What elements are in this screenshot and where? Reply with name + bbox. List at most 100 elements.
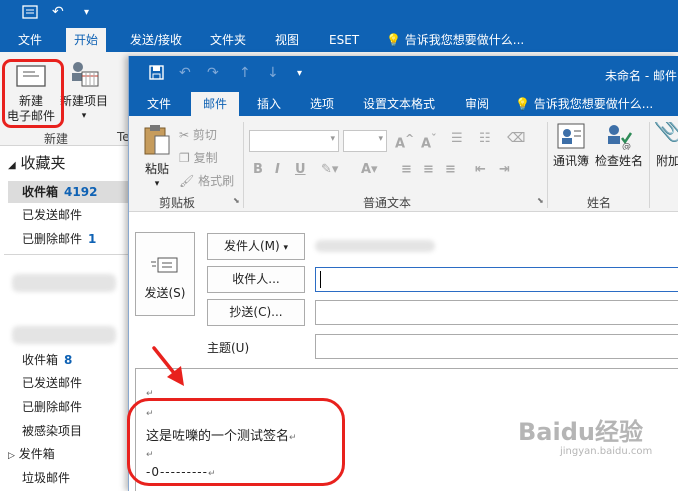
dialog-launcher-icon[interactable]: ⬊ bbox=[537, 196, 544, 205]
paste-button[interactable]: 粘贴 ▾ bbox=[137, 124, 177, 192]
main-ribbon-tabs: 文件 开始 发送/接收 文件夹 视图 ESET 💡 告诉我您想要做什么... bbox=[0, 28, 678, 52]
address-book-icon bbox=[556, 122, 586, 154]
down-arrow-icon[interactable]: ↓ bbox=[267, 65, 279, 81]
blurred-account-name bbox=[12, 326, 116, 344]
cc-button[interactable]: 抄送(C)... bbox=[207, 299, 305, 326]
blurred-sender-address bbox=[315, 240, 435, 252]
align-right-icon[interactable]: ≡ bbox=[445, 162, 456, 177]
grow-font-icon[interactable]: A^ bbox=[395, 132, 414, 151]
folder-inbox-favorite[interactable]: 收件箱 4192 bbox=[8, 181, 130, 203]
undo-icon[interactable]: ↶ bbox=[179, 65, 191, 81]
shrink-font-icon[interactable]: Aˇ bbox=[421, 132, 436, 151]
lightbulb-icon: 💡 bbox=[386, 33, 401, 47]
font-name-dropdown[interactable]: ▾ bbox=[249, 130, 339, 152]
underline-icon[interactable]: U bbox=[295, 162, 306, 177]
group-new-label: 新建 bbox=[44, 132, 69, 146]
cut-button[interactable]: ✂ 剪切 bbox=[179, 126, 217, 143]
dropdown-arrow-icon: ▾ bbox=[330, 134, 335, 144]
bullets-icon[interactable]: ☰ bbox=[451, 131, 463, 146]
cc-input[interactable] bbox=[315, 300, 678, 325]
app-icon bbox=[22, 4, 38, 24]
group-divider bbox=[649, 122, 650, 208]
folder-outbox[interactable]: ▷ 发件箱 bbox=[8, 446, 55, 464]
clipboard-icon bbox=[142, 124, 172, 162]
collapse-icon: ◢ bbox=[8, 160, 16, 171]
redo-icon[interactable]: ↷ bbox=[207, 65, 219, 81]
tab-file[interactable]: 文件 bbox=[147, 92, 171, 116]
italic-icon[interactable]: I bbox=[275, 162, 280, 177]
up-arrow-icon[interactable]: ↑ bbox=[239, 65, 251, 81]
compose-title-bar: ↶ ↷ ↑ ↓ ▾ 未命名 - 邮件 bbox=[129, 56, 678, 92]
font-color-icon[interactable]: A▾ bbox=[361, 162, 378, 177]
check-names-icon: @ bbox=[604, 122, 634, 154]
highlight-signature bbox=[127, 398, 345, 486]
new-items-button[interactable]: 新建项目 ▾ bbox=[58, 60, 110, 124]
tab-file[interactable]: 文件 bbox=[16, 28, 44, 52]
unread-count: 1 bbox=[88, 232, 97, 246]
numbering-icon[interactable]: ☷ bbox=[479, 131, 491, 146]
to-button[interactable]: 收件人... bbox=[207, 266, 305, 293]
folder-deleted-favorite[interactable]: 已删除邮件 1 bbox=[22, 231, 96, 247]
group-divider bbox=[547, 122, 548, 208]
group-divider bbox=[243, 122, 244, 208]
folder-sent[interactable]: 已发送邮件 bbox=[22, 375, 82, 391]
quick-access-dropdown-icon[interactable]: ▾ bbox=[84, 7, 89, 18]
align-left-icon[interactable]: ≡ bbox=[401, 162, 412, 177]
align-center-icon[interactable]: ≡ bbox=[423, 162, 434, 177]
send-envelope-icon bbox=[151, 255, 179, 278]
tab-send-receive[interactable]: 发送/接收 bbox=[128, 28, 184, 52]
tab-eset[interactable]: ESET bbox=[327, 28, 361, 52]
clear-formatting-icon[interactable]: ⌫ bbox=[507, 131, 525, 146]
subject-input[interactable] bbox=[315, 334, 678, 359]
main-title-bar: ↶ ▾ bbox=[0, 0, 678, 28]
address-book-button[interactable]: 通讯簿 bbox=[550, 122, 592, 169]
favorites-header[interactable]: ◢ 收藏夹 bbox=[8, 152, 66, 173]
decrease-indent-icon[interactable]: ⇤ bbox=[475, 162, 486, 177]
highlight-icon[interactable]: ✎▾ bbox=[321, 162, 338, 177]
dropdown-arrow-icon: ▾ bbox=[378, 134, 383, 144]
bold-icon[interactable]: B bbox=[253, 162, 263, 177]
folder-sent-favorite[interactable]: 已发送邮件 bbox=[22, 207, 82, 223]
tell-me-search[interactable]: 💡 告诉我您想要做什么... bbox=[515, 92, 653, 116]
to-input[interactable] bbox=[315, 267, 678, 292]
tab-message[interactable]: 邮件 bbox=[191, 92, 240, 116]
nav-divider bbox=[4, 254, 128, 255]
check-names-button[interactable]: @ 检查姓名 bbox=[593, 122, 645, 169]
tab-folder[interactable]: 文件夹 bbox=[208, 28, 248, 52]
new-items-icon bbox=[68, 60, 100, 94]
from-button[interactable]: 发件人(M) ▾ bbox=[207, 233, 305, 260]
tab-home[interactable]: 开始 bbox=[66, 28, 107, 52]
watermark-brand: Baidu经验 bbox=[518, 418, 643, 446]
tell-me-search[interactable]: 💡 告诉我您想要做什么... bbox=[384, 28, 526, 52]
font-size-dropdown[interactable]: ▾ bbox=[343, 130, 387, 152]
paintbrush-icon: 🖌 bbox=[179, 174, 195, 188]
folder-infected[interactable]: 被感染项目 bbox=[22, 423, 82, 439]
lightbulb-icon: 💡 bbox=[515, 97, 530, 111]
folder-inbox[interactable]: 收件箱 8 bbox=[22, 352, 72, 368]
folder-deleted[interactable]: 已删除邮件 bbox=[22, 399, 82, 415]
copy-button[interactable]: ❐ 复制 bbox=[179, 149, 218, 166]
copy-icon: ❐ bbox=[179, 151, 190, 165]
svg-text:@: @ bbox=[622, 142, 631, 150]
paste-dropdown-icon: ▾ bbox=[154, 179, 160, 189]
folder-junk[interactable]: 垃圾邮件 bbox=[22, 470, 70, 486]
compose-ribbon: 粘贴 ▾ ✂ 剪切 ❐ 复制 🖌 格式刷 剪贴板 ⬊ ▾ ▾ A^ Aˇ ☰ ☷… bbox=[129, 116, 678, 212]
send-button[interactable]: 发送(S) bbox=[135, 232, 195, 316]
save-icon[interactable] bbox=[149, 65, 164, 84]
tab-insert[interactable]: 插入 bbox=[257, 92, 281, 116]
tab-review[interactable]: 审阅 bbox=[465, 92, 489, 116]
unread-count: 8 bbox=[64, 353, 73, 367]
attach-file-button[interactable]: 📎 附加 bbox=[653, 122, 678, 169]
text-cursor bbox=[320, 271, 321, 288]
tab-view[interactable]: 视图 bbox=[273, 28, 301, 52]
dialog-launcher-icon[interactable]: ⬊ bbox=[233, 196, 240, 205]
new-items-label: 新建项目 bbox=[59, 94, 108, 108]
tab-format-text[interactable]: 设置文本格式 bbox=[363, 92, 435, 116]
undo-icon[interactable]: ↶ bbox=[52, 4, 64, 20]
group-basic-text-label: 普通文本 bbox=[363, 196, 412, 210]
increase-indent-icon[interactable]: ⇥ bbox=[499, 162, 510, 177]
quick-access-dropdown-icon[interactable]: ▾ bbox=[297, 68, 302, 79]
format-painter-button[interactable]: 🖌 格式刷 bbox=[179, 172, 234, 189]
tab-options[interactable]: 选项 bbox=[310, 92, 334, 116]
unread-count: 4192 bbox=[64, 185, 98, 199]
